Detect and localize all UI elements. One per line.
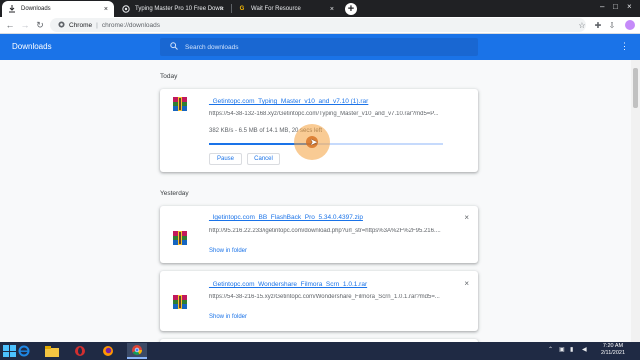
omnibox-site: Chrome (69, 21, 93, 29)
bookmark-star-icon[interactable]: ☆ (577, 20, 587, 30)
scrollbar[interactable] (631, 60, 640, 342)
close-icon[interactable]: × (104, 6, 108, 13)
file-url[interactable]: https://54-38-216-15.xyz/Getintopc.com/W… (209, 294, 449, 300)
maximize-icon[interactable]: □ (613, 2, 618, 11)
volume-icon[interactable]: ◀ (582, 346, 587, 353)
firefox-icon[interactable] (98, 343, 118, 359)
clock-date: 2/11/2021 (600, 350, 626, 356)
download-icon (8, 5, 16, 13)
remove-icon[interactable]: × (464, 213, 469, 222)
file-url[interactable]: https://54-38-132-168.xyz/Getintopc.com/… (209, 111, 449, 117)
tab-title: Downloads (21, 6, 51, 12)
browser-toolbar: ← → ↻ Chrome | chrome://downloads ☆ ✚ ⇩ (0, 17, 640, 34)
tray-chevron-icon[interactable]: ⌃ (548, 346, 553, 353)
clock-time: 7:20 AM (602, 343, 624, 349)
more-options-icon[interactable]: ⋮ (620, 41, 629, 52)
remove-icon[interactable]: × (464, 279, 469, 288)
file-name-link[interactable]: _Getintopc.com_Wondershare_Filmora_Scrn_… (209, 281, 367, 288)
download-card: _Igetintopc.com_BB_FlashBack_Pro_5.34.0.… (160, 206, 478, 263)
opera-icon[interactable] (70, 343, 90, 359)
page-title: Downloads (12, 42, 52, 51)
close-icon[interactable]: × (330, 6, 334, 13)
omnibox-url: chrome://downloads (101, 21, 160, 29)
close-window-icon[interactable]: × (627, 2, 632, 11)
show-in-folder-link[interactable]: Show in folder (209, 248, 247, 254)
file-name-link[interactable]: _Igetintopc.com_BB_FlashBack_Pro_5.34.0.… (209, 214, 363, 221)
archive-file-icon (173, 231, 187, 245)
tab-wait-for-resource[interactable]: G Wait For Resource × (232, 1, 340, 17)
search-input[interactable] (185, 43, 465, 51)
new-tab-button[interactable]: + (345, 3, 357, 15)
show-in-folder-link[interactable]: Show in folder (209, 314, 247, 320)
archive-file-icon (173, 97, 187, 111)
pause-button[interactable]: Pause (209, 153, 242, 165)
cancel-button[interactable]: Cancel (247, 153, 280, 165)
taskbar: ⌃ ▣ ▮ ◀ 7:20 AM 2/11/2021 (0, 342, 640, 360)
google-icon: G (239, 6, 245, 12)
tab-title: Typing Master Pro 10 Free Down (135, 6, 224, 12)
reload-icon[interactable]: ↻ (34, 19, 46, 31)
search-icon (170, 42, 178, 52)
network-icon[interactable]: ▮ (570, 346, 573, 353)
extensions-icon[interactable]: ✚ (593, 20, 603, 30)
internet-explorer-icon[interactable] (14, 343, 34, 359)
file-name-link[interactable]: _Getintopc.com_Typing_Master_v10_and_v7.… (209, 98, 368, 105)
chrome-icon (58, 20, 65, 30)
file-explorer-icon[interactable] (42, 343, 62, 359)
forward-icon[interactable]: → (19, 19, 31, 31)
archive-file-icon (173, 295, 187, 309)
mouse-pointer-icon: ➤ (310, 137, 318, 147)
profile-avatar[interactable] (625, 20, 635, 30)
address-bar[interactable]: Chrome | chrome://downloads (50, 18, 586, 32)
back-icon[interactable]: ← (4, 19, 16, 31)
file-url[interactable]: http://95.216.22.233/igetintopc.com/down… (209, 228, 449, 234)
tab-typing-master[interactable]: Typing Master Pro 10 Free Down × (116, 1, 230, 17)
close-icon[interactable]: × (220, 6, 224, 13)
download-card: _Getintopc.com_Wondershare_Filmora_Scrn_… (160, 271, 478, 331)
download-icon[interactable]: ⇩ (607, 20, 617, 30)
search-box[interactable] (160, 38, 478, 56)
downloads-header: Downloads ⋮ (0, 34, 640, 60)
tab-downloads[interactable]: Downloads × (2, 1, 114, 17)
downloads-list: Today _Getintopc.com_Typing_Master_v10_a… (0, 60, 640, 342)
section-label-today: Today (160, 73, 178, 80)
site-icon (122, 5, 130, 13)
minimize-icon[interactable]: – (600, 2, 604, 11)
chrome-icon[interactable] (127, 343, 147, 359)
tab-strip: Downloads × Typing Master Pro 10 Free Do… (0, 0, 640, 17)
omnibox-separator: | (96, 21, 98, 29)
section-label-yesterday: Yesterday (160, 190, 189, 197)
tab-title: Wait For Resource (251, 6, 301, 12)
system-clock[interactable]: 7:20 AM 2/11/2021 (596, 343, 630, 357)
scrollbar-thumb[interactable] (633, 68, 638, 108)
tray-app-icon[interactable]: ▣ (559, 346, 565, 353)
